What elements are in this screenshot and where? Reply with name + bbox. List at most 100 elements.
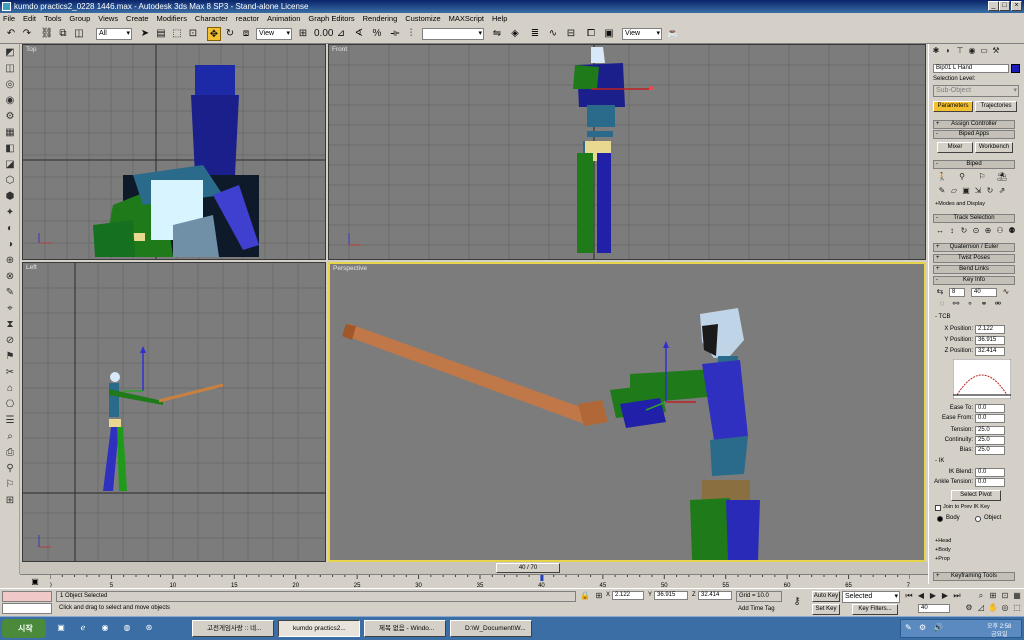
rollout-keyframing-tools[interactable]: Keyframing Tools bbox=[933, 572, 1015, 581]
zoom-extents-all-icon[interactable]: ▦ bbox=[1012, 591, 1022, 601]
tool-icon[interactable]: ⌂ bbox=[3, 382, 17, 396]
prev-frame-icon[interactable]: ◀ bbox=[916, 591, 926, 601]
body-radio[interactable] bbox=[937, 516, 943, 522]
set-key-icon[interactable]: ◌ bbox=[937, 299, 947, 309]
select-and-rotate-icon[interactable]: ↻ bbox=[223, 27, 237, 41]
open-file-icon[interactable]: ▱ bbox=[949, 186, 959, 196]
absolute-mode-icon[interactable]: ⊞ bbox=[594, 591, 604, 601]
select-and-scale-icon[interactable]: ⧈ bbox=[239, 27, 253, 41]
render-view-dropdown[interactable]: View bbox=[622, 28, 662, 40]
object-name-field[interactable]: Bip01 L Hand bbox=[933, 64, 1009, 73]
curve-editor-icon[interactable]: ∿ bbox=[546, 27, 560, 41]
rollout-bend-links[interactable]: Bend Links bbox=[933, 265, 1015, 274]
pivot-center-icon[interactable]: ⊞ bbox=[296, 27, 310, 41]
app-icon[interactable]: ◍ bbox=[122, 623, 132, 633]
unlink-icon[interactable]: ⧉ bbox=[56, 27, 70, 41]
create-tab-icon[interactable]: ✱ bbox=[931, 46, 941, 56]
angle-snap-icon[interactable]: ∢ bbox=[352, 27, 366, 41]
task-button[interactable]: D:\W_Document\W... bbox=[450, 620, 532, 637]
ease-from-field[interactable]: 0.0 bbox=[975, 414, 1005, 423]
time-slider-thumb[interactable]: 40 / 70 bbox=[496, 563, 560, 573]
modes-and-display-toggle[interactable]: +Modes and Display bbox=[935, 201, 985, 207]
sub-object-dropdown[interactable]: Sub-Object bbox=[933, 85, 1019, 97]
z-position-field[interactable]: 32.414 bbox=[975, 347, 1005, 356]
motion-flow-icon[interactable]: ⚐ bbox=[977, 172, 987, 182]
track-bar[interactable]: ▣ 0510152025303540455055606570 bbox=[20, 574, 928, 589]
track-bar-menu-icon[interactable]: ▣ bbox=[30, 577, 40, 587]
tension-field[interactable]: 25.0 bbox=[975, 426, 1005, 435]
ik-blend-field[interactable]: 0.0 bbox=[975, 468, 1005, 477]
rect-selection-icon[interactable]: ⬚ bbox=[170, 27, 184, 41]
tool-icon[interactable]: ⚑ bbox=[3, 350, 17, 364]
menu-group[interactable]: Group bbox=[66, 13, 93, 25]
rollout-track-selection[interactable]: Track Selection bbox=[933, 214, 1015, 223]
tool-icon[interactable]: ⌕ bbox=[3, 430, 17, 444]
zoom-extents-icon[interactable]: ⊡ bbox=[1000, 591, 1010, 601]
time-slider[interactable]: 40 / 70 bbox=[20, 562, 928, 574]
auto-key-button[interactable]: Auto Key bbox=[812, 591, 840, 602]
viewport-perspective[interactable]: Perspective bbox=[328, 262, 926, 562]
align-icon[interactable]: ⫶ bbox=[404, 27, 418, 41]
tool-icon[interactable]: ☰ bbox=[3, 414, 17, 428]
tool-icon[interactable]: ◎ bbox=[3, 78, 17, 92]
key-mode-icon[interactable]: ⚯ bbox=[951, 299, 961, 309]
z-coord-field[interactable]: 32.414 bbox=[698, 591, 732, 600]
app2-icon[interactable]: ⊛ bbox=[144, 623, 154, 633]
workbench-button[interactable]: Workbench bbox=[975, 142, 1013, 153]
tool-icon[interactable]: ⬡ bbox=[3, 174, 17, 188]
tool-icon[interactable]: ✂ bbox=[3, 366, 17, 380]
body-toggle[interactable]: +Body bbox=[935, 547, 951, 553]
key-number-field[interactable]: 8 bbox=[949, 288, 965, 297]
footstep-mode-icon[interactable]: ⚲ bbox=[957, 172, 967, 182]
menu-animation[interactable]: Animation bbox=[264, 13, 303, 25]
mixer-button[interactable]: Mixer bbox=[937, 142, 973, 153]
tool-icon[interactable]: ◪ bbox=[3, 158, 17, 172]
menu-graph-editors[interactable]: Graph Editors bbox=[305, 13, 357, 25]
menu-help[interactable]: Help bbox=[489, 13, 510, 25]
render-frame-icon[interactable]: ▣ bbox=[602, 27, 616, 41]
y-position-field[interactable]: 36.915 bbox=[975, 336, 1005, 345]
tool-icon[interactable]: ⎔ bbox=[3, 398, 17, 412]
snap-icon[interactable]: ⊿ bbox=[334, 27, 348, 41]
buffer-icon[interactable]: ⇗ bbox=[997, 186, 1007, 196]
x-coord-field[interactable]: 2.122 bbox=[612, 591, 644, 600]
set-key-button[interactable]: Set Key bbox=[812, 604, 840, 615]
time-config-icon[interactable]: ⚙ bbox=[964, 603, 974, 613]
tool-icon[interactable]: ⬢ bbox=[3, 190, 17, 204]
maxscript-listener[interactable] bbox=[2, 591, 52, 602]
zoom-icon[interactable]: ⌕ bbox=[976, 591, 986, 601]
schematic-view-icon[interactable]: ⊟ bbox=[564, 27, 578, 41]
settings-tray-icon[interactable]: ⚙ bbox=[919, 623, 926, 632]
tool-icon[interactable]: ✦ bbox=[3, 206, 17, 220]
reference-coordinate-dropdown[interactable]: View bbox=[256, 28, 292, 40]
lock-com-icon[interactable]: ⊙ bbox=[971, 226, 981, 236]
redo-icon[interactable]: ↷ bbox=[20, 27, 34, 41]
quick-render-icon[interactable]: ☕ bbox=[666, 27, 680, 41]
select-and-move-icon[interactable]: ✥ bbox=[207, 27, 221, 41]
viewport-top[interactable]: Top bbox=[22, 44, 326, 260]
ease-to-field[interactable]: 0.0 bbox=[975, 404, 1005, 413]
layer-manager-icon[interactable]: ≣ bbox=[528, 27, 542, 41]
link-icon[interactable]: ⛓ bbox=[40, 27, 54, 41]
ankle-tension-field[interactable]: 0.0 bbox=[975, 478, 1005, 487]
lock-selection-icon[interactable]: 🔒 bbox=[580, 591, 590, 601]
spinner-snap-icon[interactable]: 0.00 bbox=[314, 27, 333, 41]
current-frame-field[interactable]: 40 bbox=[918, 604, 950, 613]
rollout-assign-controller[interactable]: Assign Controller bbox=[933, 120, 1015, 129]
rollout-key-info[interactable]: Key Info bbox=[933, 276, 1015, 285]
select-pivot-button[interactable]: Select Pivot bbox=[951, 490, 1001, 501]
key-planted-icon[interactable]: ⚭ bbox=[979, 299, 989, 309]
tool-icon[interactable]: ⌖ bbox=[3, 302, 17, 316]
tool-icon[interactable]: ◧ bbox=[3, 142, 17, 156]
body-vertical-icon[interactable]: ↕ bbox=[947, 226, 957, 236]
load-file-icon[interactable]: ✎ bbox=[937, 186, 947, 196]
rollout-biped[interactable]: Biped bbox=[933, 160, 1015, 169]
modify-tab-icon[interactable]: ◗ bbox=[943, 46, 953, 56]
select-by-name-icon[interactable]: ▤ bbox=[154, 27, 168, 41]
media-icon[interactable]: ◉ bbox=[100, 623, 110, 633]
continuity-field[interactable]: 25.0 bbox=[975, 436, 1005, 445]
key-selection-dropdown[interactable]: Selected bbox=[842, 591, 900, 603]
task-button[interactable]: 제목 없음 - Windo... bbox=[364, 620, 446, 637]
tool-icon[interactable]: ⚲ bbox=[3, 462, 17, 476]
tool-icon[interactable]: ⚙ bbox=[3, 110, 17, 124]
